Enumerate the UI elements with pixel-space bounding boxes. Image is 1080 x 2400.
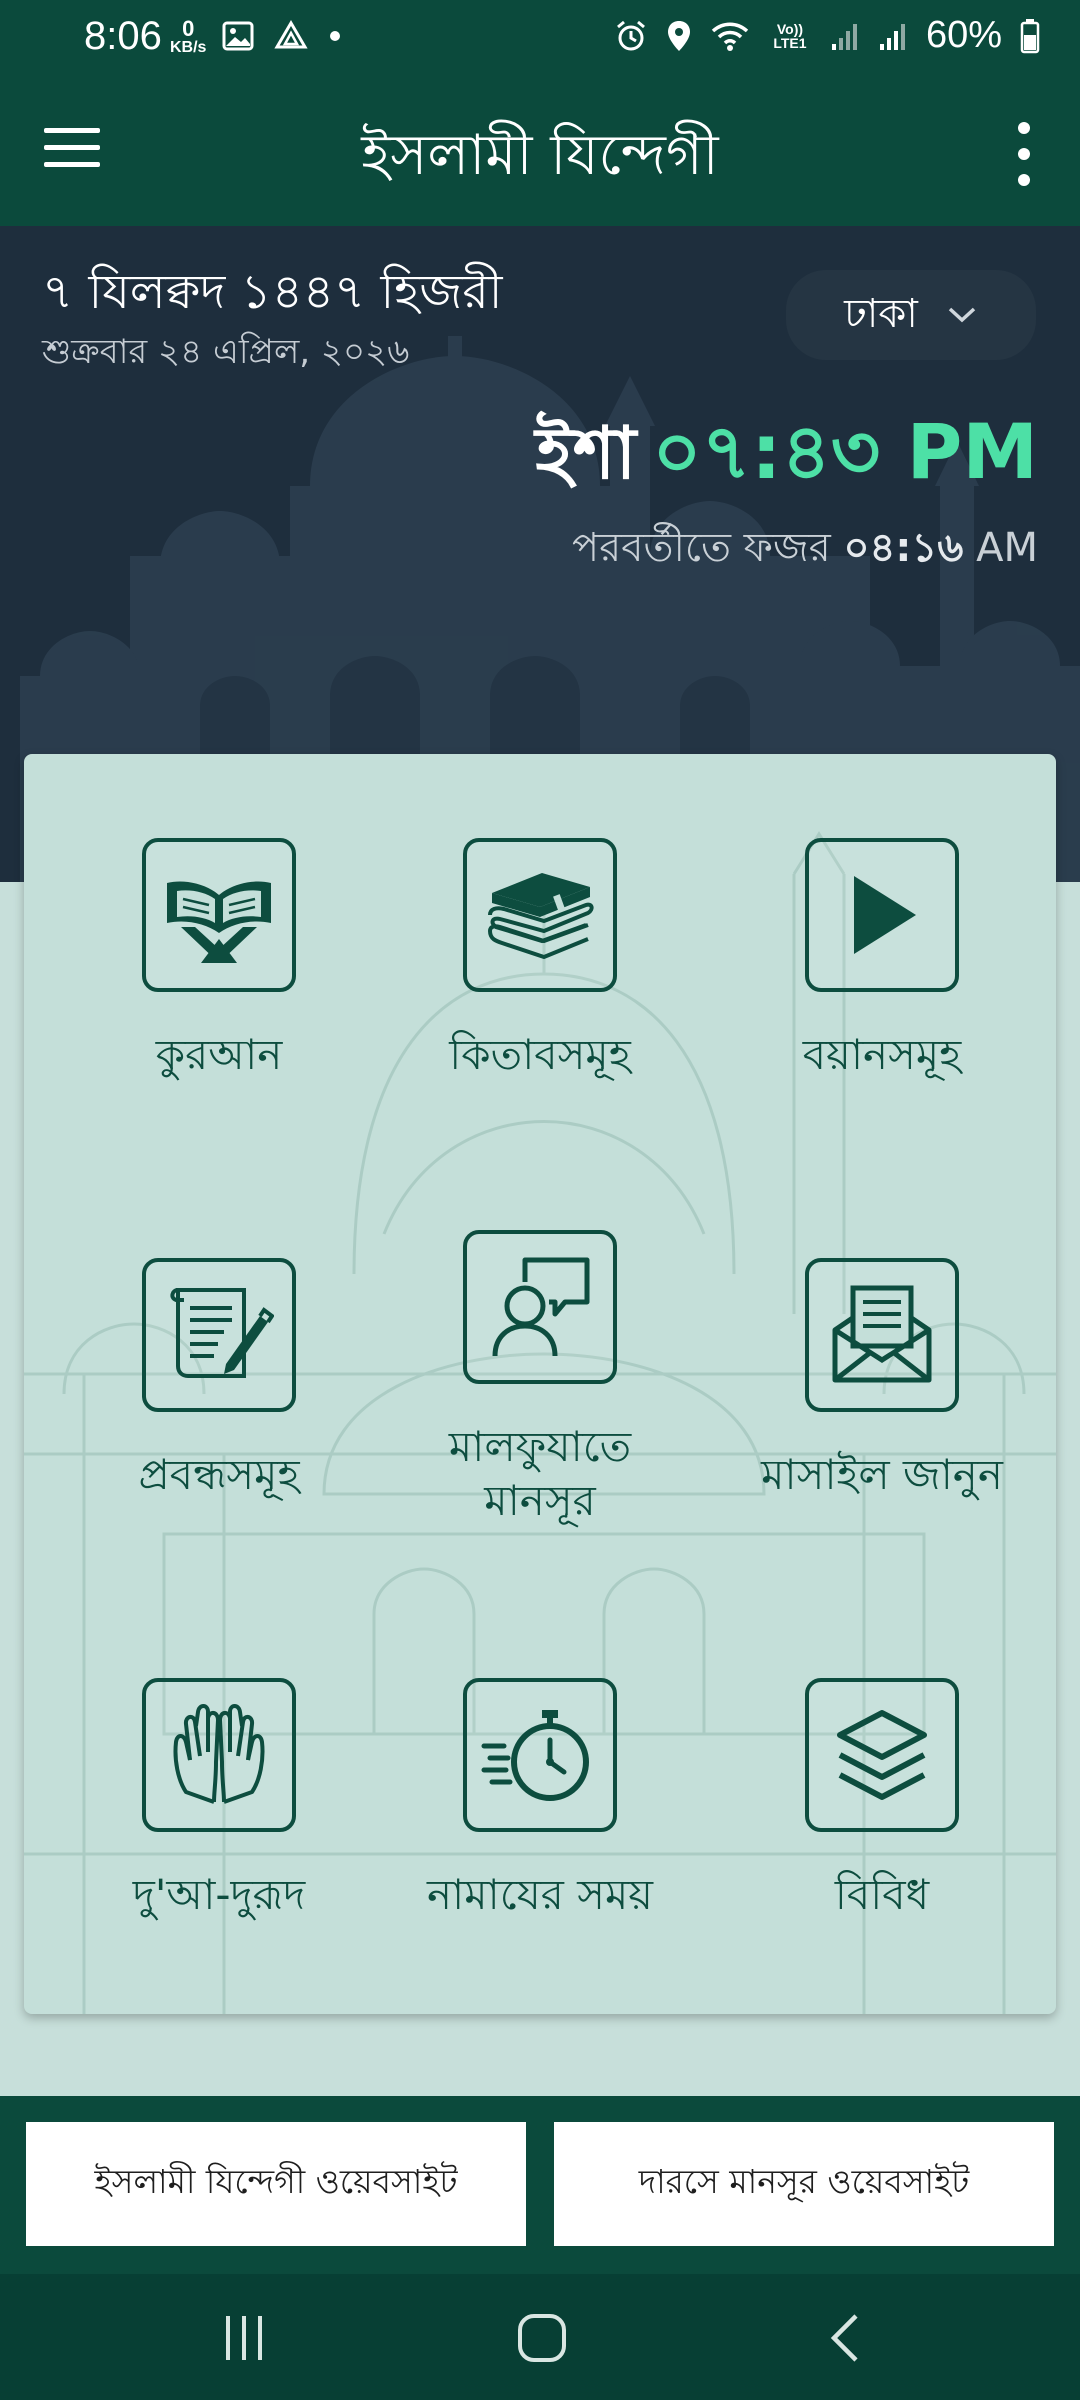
malfuzat-tile-frame <box>463 1230 617 1384</box>
dua-tile-frame <box>142 1678 296 1832</box>
data-speed-unit: KB/s <box>170 39 207 56</box>
data-speed-indicator: 0 KB/s <box>170 18 206 56</box>
lte-label: Vo)) LTE1 <box>773 20 807 51</box>
menu-label-books: কিতাবসমূহ <box>449 1030 631 1079</box>
signal-strength-1-icon <box>831 23 857 50</box>
articles-tile-frame <box>142 1258 296 1412</box>
speech-person-icon <box>492 1257 590 1357</box>
data-speed-value: 0 <box>182 16 195 41</box>
menu-item-malfuzat[interactable]: মালফুযাতে মানসূর <box>390 1230 690 1528</box>
menu-item-prayer-times[interactable]: নামাযের সময় <box>390 1678 690 1922</box>
app-bar: ইসলামী যিন্দেগী <box>0 78 1080 226</box>
menu-item-dua[interactable]: দু'আ-দুরূদ <box>69 1678 369 1922</box>
city-name: ঢাকা <box>844 290 918 337</box>
menu-item-masail[interactable]: মাসাইল জানুন <box>732 1258 1032 1502</box>
menu-grid-card: কুরআন কিতাবসমূহ বয়ানসমূহ প্রবন্ধসমূহ মা… <box>24 754 1056 2014</box>
drive-icon <box>274 20 308 49</box>
hijri-date: ৭ যিলক্বদ ১৪৪৭ হিজরী <box>42 264 503 320</box>
books-icon <box>488 873 594 960</box>
prayer-times-tile-frame <box>463 1678 617 1832</box>
lectures-tile-frame <box>805 838 959 992</box>
menu-item-books[interactable]: কিতাবসমূহ <box>390 838 690 1082</box>
gallery-icon <box>222 21 254 51</box>
books-tile-frame <box>463 838 617 992</box>
menu-label-masail: মাসাইল জানুন <box>761 1450 1003 1499</box>
alarm-icon <box>616 20 645 50</box>
misc-tile-frame <box>805 1678 959 1832</box>
layers-icon <box>837 1710 927 1800</box>
menu-item-articles[interactable]: প্রবন্ধসমূহ <box>69 1258 369 1502</box>
next-prayer: পরবর্তীতে ফজর ০৪:১৬ AM <box>572 516 1038 583</box>
more-notifications-dot-icon <box>330 31 340 41</box>
app-title: ইসলামী যিন্দেগী <box>361 123 719 188</box>
quran-tile-frame <box>142 838 296 992</box>
play-icon <box>854 876 916 954</box>
menu-label-articles: প্রবন্ধসমূহ <box>138 1450 300 1499</box>
status-bar: 8:06 0 KB/s Vo)) LTE1 60% <box>0 0 1080 78</box>
menu-label-prayer-times: নামাযের সময় <box>426 1870 654 1919</box>
menu-label-lectures: বয়ানসমূহ <box>802 1030 962 1079</box>
wifi-icon <box>711 22 749 51</box>
praying-hands-icon <box>173 1704 265 1804</box>
recent-apps-icon[interactable] <box>214 2310 274 2366</box>
location-icon <box>667 20 690 51</box>
menu-label-malfuzat: মালফুযাতে মানসূর <box>448 1422 632 1525</box>
more-options-icon[interactable] <box>1012 122 1036 186</box>
menu-label-dua: দু'আ-দুরূদ <box>132 1870 306 1919</box>
next-prayer-time: ০৪:১৬ <box>843 525 964 571</box>
status-right-icons: Vo)) LTE1 60% <box>614 14 1040 57</box>
notification-icons <box>222 20 342 52</box>
current-prayer: ইশা ০৭:৪৩ PM <box>535 394 1038 521</box>
system-navigation-bar <box>0 2274 1080 2400</box>
masail-tile-frame <box>805 1258 959 1412</box>
current-prayer-time: ০৭:৪৩ PM <box>652 407 1038 496</box>
islami-zindegi-website-button[interactable]: ইসলামী যিন্দেগী ওয়েবসাইট <box>26 2122 526 2246</box>
city-selector[interactable]: ঢাকা <box>786 270 1036 360</box>
menu-item-misc[interactable]: বিবিধ <box>732 1678 1032 1922</box>
article-icon <box>170 1288 274 1378</box>
next-prayer-ampm: AM <box>976 525 1038 571</box>
menu-label-misc: বিবিধ <box>834 1870 930 1919</box>
battery-percent: 60% <box>925 14 1002 56</box>
back-icon[interactable] <box>816 2310 876 2366</box>
gregorian-date: শুক্রবার ২৪ এপ্রিল, ২০২৬ <box>42 332 410 372</box>
signal-strength-2-icon <box>879 23 905 50</box>
current-prayer-name: ইশা <box>535 411 637 495</box>
quran-icon <box>167 881 271 963</box>
stopwatch-icon <box>481 1710 589 1801</box>
home-icon[interactable] <box>512 2310 572 2366</box>
chevron-down-icon <box>948 307 976 323</box>
status-time: 8:06 <box>84 14 162 58</box>
battery-icon <box>1020 18 1040 53</box>
envelope-icon <box>832 1285 932 1383</box>
menu-label-quran: কুরআন <box>155 1030 283 1079</box>
menu-item-lectures[interactable]: বয়ানসমূহ <box>732 838 1032 1082</box>
menu-item-quran[interactable]: কুরআন <box>69 838 369 1082</box>
next-prayer-label: পরবর্তীতে ফজর <box>572 525 831 571</box>
darse-mansur-website-button[interactable]: দারসে মানসূর ওয়েবসাইট <box>554 2122 1054 2246</box>
